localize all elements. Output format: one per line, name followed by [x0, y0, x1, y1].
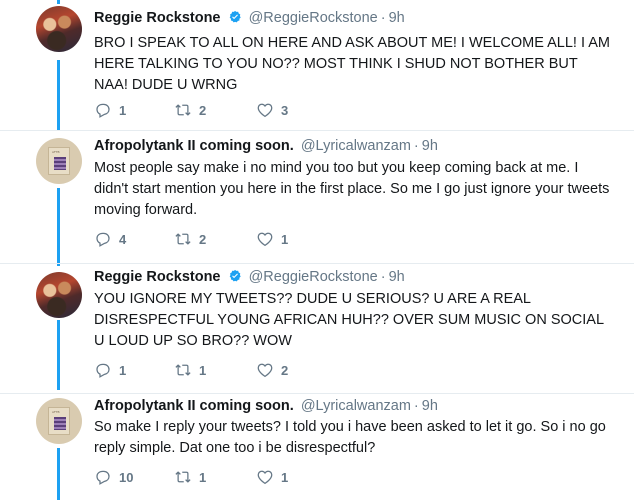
reply-icon: [96, 103, 110, 118]
reply-icon: [96, 363, 110, 378]
tweet-text: So make I reply your tweets? I told you …: [94, 419, 606, 456]
tweet[interactable]: AFTB Afropolytank II coming soon. @Lyric…: [0, 131, 634, 263]
reply-button[interactable]: 4: [94, 229, 126, 249]
author-name[interactable]: Reggie Rockstone: [94, 10, 221, 26]
author-handle[interactable]: @Lyricalwanzam: [301, 398, 411, 414]
tweet-header: Reggie Rockstone @ReggieRockstone · 9h: [94, 10, 405, 26]
like-count: 2: [281, 362, 289, 378]
retweet-icon: [175, 364, 191, 376]
author-name[interactable]: Reggie Rockstone: [94, 269, 221, 285]
album-cover-icon: AFTB: [48, 147, 70, 175]
reply-icon: [96, 232, 110, 247]
reply-count: 1: [119, 362, 127, 378]
separator-dot: ·: [380, 10, 386, 26]
retweet-count: 1: [199, 469, 207, 485]
avatar[interactable]: AFTB: [36, 138, 82, 184]
avatar[interactable]: AFTB: [36, 398, 82, 444]
tweet[interactable]: Reggie Rockstone @ReggieRockstone · 9h BRO…: [0, 0, 634, 130]
tweet-actions: 1 1 2: [94, 360, 334, 380]
tweet-actions: 10 1 1: [94, 467, 334, 487]
avatar[interactable]: [36, 6, 82, 52]
separator-dot: ·: [413, 138, 419, 154]
retweet-button[interactable]: 1: [174, 360, 206, 380]
album-cover-icon: AFTB: [48, 407, 70, 435]
retweet-count: 2: [199, 231, 207, 247]
like-count: 3: [281, 102, 289, 118]
like-button[interactable]: 2: [256, 360, 288, 380]
tweet-header: Afropolytank II coming soon. @Lyricalwan…: [94, 398, 438, 414]
timestamp[interactable]: 9h: [389, 10, 405, 26]
like-button[interactable]: 3: [256, 100, 288, 120]
retweet-button[interactable]: 2: [174, 100, 206, 120]
reply-count: 1: [119, 102, 127, 118]
tweet-actions: 1 2 3: [94, 100, 334, 120]
retweet-button[interactable]: 2: [174, 229, 206, 249]
verified-badge-icon: [229, 10, 241, 23]
timestamp[interactable]: 9h: [422, 138, 438, 154]
heart-icon: [257, 363, 273, 378]
retweet-button[interactable]: 1: [174, 467, 206, 487]
tweet-header: Afropolytank II coming soon. @Lyricalwan…: [94, 138, 438, 154]
reply-count: 4: [119, 231, 127, 247]
reply-button[interactable]: 10: [94, 467, 133, 487]
tweet[interactable]: Reggie Rockstone @ReggieRockstone · 9h YOU…: [0, 264, 634, 394]
retweet-icon: [175, 233, 191, 245]
tweet[interactable]: AFTB Afropolytank II coming soon. @Lyric…: [0, 394, 634, 500]
timestamp[interactable]: 9h: [389, 269, 405, 285]
reply-button[interactable]: 1: [94, 360, 126, 380]
heart-icon: [257, 103, 273, 118]
reply-count: 10: [119, 469, 134, 485]
separator-dot: ·: [380, 269, 386, 285]
tweet-header: Reggie Rockstone @ReggieRockstone · 9h: [94, 269, 405, 285]
retweet-count: 2: [199, 102, 207, 118]
retweet-count: 1: [199, 362, 207, 378]
like-button[interactable]: 1: [256, 467, 288, 487]
author-handle[interactable]: @ReggieRockstone: [249, 269, 378, 285]
heart-icon: [257, 232, 273, 247]
verified-badge-icon: [229, 269, 241, 282]
like-button[interactable]: 1: [256, 229, 288, 249]
tweet-text: Most people say make i no mind you too b…: [94, 160, 610, 218]
author-handle[interactable]: @Lyricalwanzam: [301, 138, 411, 154]
retweet-icon: [175, 104, 191, 116]
heart-icon: [257, 470, 273, 485]
reply-icon: [96, 470, 110, 485]
tweet-text: YOU IGNORE MY TWEETS?? DUDE U SERIOUS? U…: [94, 291, 604, 349]
reply-button[interactable]: 1: [94, 100, 126, 120]
author-name[interactable]: Afropolytank II coming soon.: [94, 398, 294, 414]
tweet-actions: 4 2 1: [94, 229, 334, 249]
tweet-text: BRO I SPEAK TO ALL ON HERE AND ASK ABOUT…: [94, 35, 610, 93]
author-name[interactable]: Afropolytank II coming soon.: [94, 138, 294, 154]
retweet-icon: [175, 471, 191, 483]
separator-dot: ·: [413, 398, 419, 414]
author-handle[interactable]: @ReggieRockstone: [249, 10, 378, 26]
timestamp[interactable]: 9h: [422, 398, 438, 414]
like-count: 1: [281, 231, 289, 247]
like-count: 1: [281, 469, 289, 485]
avatar[interactable]: [36, 272, 82, 318]
